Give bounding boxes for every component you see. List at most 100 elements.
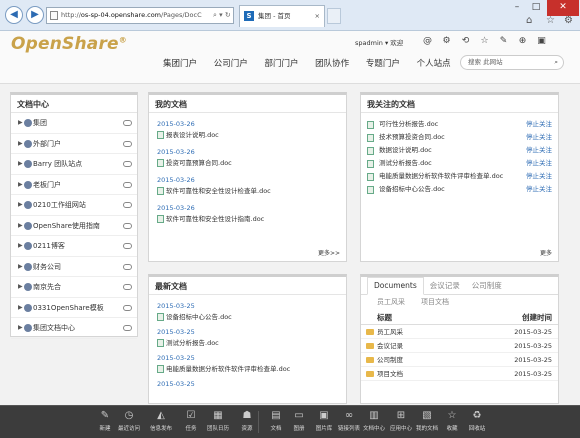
col-title[interactable]: 标题	[377, 313, 392, 322]
doc-link[interactable]: 报表设计说明.doc	[157, 129, 338, 141]
unfollow-link[interactable]: 停止关注	[526, 144, 552, 157]
back-arrow-icon[interactable]: ◀	[5, 6, 23, 24]
expand-arrow-icon[interactable]: ▶	[18, 134, 23, 154]
close-window-button[interactable]: ✕	[547, 0, 579, 16]
toggle-icon[interactable]	[123, 120, 132, 126]
library-row[interactable]: 公司制度 2015-03-25	[361, 353, 558, 367]
expand-arrow-icon[interactable]: ▶	[18, 236, 23, 256]
tree-item[interactable]: ▶ 南京先合	[11, 277, 137, 298]
settings-gear-icon[interactable]: ⚙	[437, 36, 456, 46]
nav-item[interactable]: 部门门户	[264, 57, 298, 69]
dock-doc-center[interactable]: ▥ 文档中心	[363, 409, 385, 434]
star-icon[interactable]: ☆	[475, 36, 494, 46]
doc-link[interactable]: 软件可靠性和安全性设计指南.doc	[157, 213, 338, 225]
followed-row[interactable]: 设备招标中心公告.doc 停止关注	[361, 183, 558, 196]
followed-row[interactable]: 技术预算投资合同.doc 停止关注	[361, 131, 558, 144]
tree-item[interactable]: ▶ 财务公司	[11, 257, 137, 277]
search-input[interactable]: 搜索 此网站 ⌕	[460, 55, 564, 70]
toggle-icon[interactable]	[123, 181, 132, 188]
doc-link[interactable]: 软件可靠性和安全性设计检查单.doc	[157, 185, 338, 197]
unfollow-link[interactable]: 停止关注	[526, 183, 552, 196]
toggle-icon[interactable]	[123, 325, 132, 331]
nav-item[interactable]: 公司门户	[214, 57, 248, 69]
tree-item[interactable]: ▶ OpenShare使用指南	[11, 216, 137, 236]
followed-row[interactable]: 数据设计说明.doc 停止关注	[361, 144, 558, 157]
openshare-logo[interactable]: OpenShare®	[11, 34, 127, 54]
library-row[interactable]: 员工风采 2015-03-25	[361, 325, 558, 339]
followed-row[interactable]: 可行性分析报告.doc 停止关注	[361, 118, 558, 131]
col-created[interactable]: 创建时间	[522, 310, 552, 325]
nav-item[interactable]: 专题门户	[366, 57, 400, 69]
toggle-icon[interactable]	[123, 304, 132, 311]
toggle-icon[interactable]	[123, 161, 132, 167]
followed-row[interactable]: 电能质量数据分析软件软件评审检查单.doc 停止关注	[361, 170, 558, 183]
tree-item[interactable]: ▶ 外部门户	[11, 134, 137, 154]
toggle-icon[interactable]	[123, 263, 132, 270]
unfollow-link[interactable]: 停止关注	[526, 118, 552, 131]
maximize-button[interactable]: □	[526, 0, 546, 16]
toggle-icon[interactable]	[123, 222, 132, 229]
unfollow-link[interactable]: 停止关注	[526, 170, 552, 183]
tab-policies[interactable]: 公司制度	[466, 277, 508, 295]
minimize-button[interactable]: –	[507, 0, 527, 16]
dock-publish[interactable]: ◭ 信息发布	[150, 409, 172, 434]
dock-links[interactable]: ∞ 链接列表	[338, 409, 360, 434]
at-icon[interactable]: @	[418, 36, 437, 46]
dock-resources[interactable]: ☗ 资源	[236, 409, 258, 434]
search-icon[interactable]: ⌕	[554, 56, 558, 69]
toggle-icon[interactable]	[123, 243, 132, 249]
star-icon[interactable]: ☆	[546, 15, 555, 26]
sub-tab-staff[interactable]: 员工风采	[377, 298, 405, 306]
dock-album[interactable]: ▭ 图册	[288, 409, 310, 434]
toggle-icon[interactable]	[123, 140, 132, 147]
library-row[interactable]: 项目文档 2015-03-25	[361, 367, 558, 381]
more-link[interactable]: 更多>>	[318, 248, 340, 257]
nav-item[interactable]: 个人站点	[417, 57, 451, 69]
expand-arrow-icon[interactable]: ▶	[18, 216, 23, 236]
expand-arrow-icon[interactable]: ▶	[18, 277, 23, 297]
dock-my-docs[interactable]: ▧ 我的文档	[416, 409, 438, 434]
gear-icon[interactable]: ⚙	[564, 15, 573, 26]
dock-new[interactable]: ✎ 新建	[94, 409, 116, 434]
sub-tab-projects[interactable]: 项目文档	[421, 298, 449, 306]
doc-link[interactable]: 设备招标中心公告.doc	[157, 311, 338, 323]
expand-arrow-icon[interactable]: ▶	[18, 195, 23, 215]
tree-item[interactable]: ▶ 0331OpenShare模板	[11, 298, 137, 318]
library-row[interactable]: 会议记录 2015-03-25	[361, 339, 558, 353]
tree-item[interactable]: ▶ 0211博客	[11, 236, 137, 257]
tab-meetings[interactable]: 会议记录	[424, 277, 466, 295]
dock-docs[interactable]: ▤ 文档	[265, 409, 287, 434]
doc-link[interactable]: 电能质量数据分析软件软件评审检查单.doc	[157, 363, 338, 375]
close-tab-icon[interactable]: ×	[315, 6, 320, 26]
more-link[interactable]: 更多	[540, 248, 552, 257]
nav-item[interactable]: 集团门户	[163, 57, 197, 69]
unfollow-link[interactable]: 停止关注	[526, 157, 552, 170]
dock-recent[interactable]: ◷ 最近访问	[118, 409, 140, 434]
fullscreen-icon[interactable]: ▣	[532, 36, 551, 46]
user-menu[interactable]: spadmin ▾ 欢迎	[355, 37, 403, 47]
nav-item[interactable]: 团队协作	[315, 57, 349, 69]
dock-tasks[interactable]: ☑ 任务	[180, 409, 202, 434]
expand-arrow-icon[interactable]: ▶	[18, 257, 23, 277]
expand-arrow-icon[interactable]: ▶	[18, 154, 23, 174]
toggle-icon[interactable]	[123, 284, 132, 290]
share-icon[interactable]: ⟲	[456, 36, 475, 46]
edit-icon[interactable]: ✎	[494, 36, 513, 46]
tree-item[interactable]: ▶ 集团	[11, 113, 137, 134]
new-tab-button[interactable]	[327, 8, 341, 24]
tree-item[interactable]: ▶ 老板门户	[11, 175, 137, 195]
doc-link[interactable]: 测试分析报告.doc	[157, 337, 338, 349]
forward-arrow-icon[interactable]: ▶	[26, 6, 44, 24]
dock-recycle[interactable]: ♻ 回收站	[466, 409, 488, 434]
followed-row[interactable]: 测试分析报告.doc 停止关注	[361, 157, 558, 170]
globe-icon[interactable]: ⊕	[513, 36, 532, 46]
doc-link[interactable]: 投资可靠预算合同.doc	[157, 157, 338, 169]
dock-calendar[interactable]: ▦ 团队日历	[207, 409, 229, 434]
expand-arrow-icon[interactable]: ▶	[18, 113, 23, 133]
expand-arrow-icon[interactable]: ▶	[18, 318, 23, 338]
unfollow-link[interactable]: 停止关注	[526, 131, 552, 144]
home-icon[interactable]: ⌂	[526, 15, 532, 26]
tree-item[interactable]: ▶ 集团文档中心	[11, 318, 137, 339]
expand-arrow-icon[interactable]: ▶	[18, 298, 23, 318]
address-bar[interactable]: http://os-sp-04.openshare.com/Pages/DocC	[46, 7, 234, 24]
